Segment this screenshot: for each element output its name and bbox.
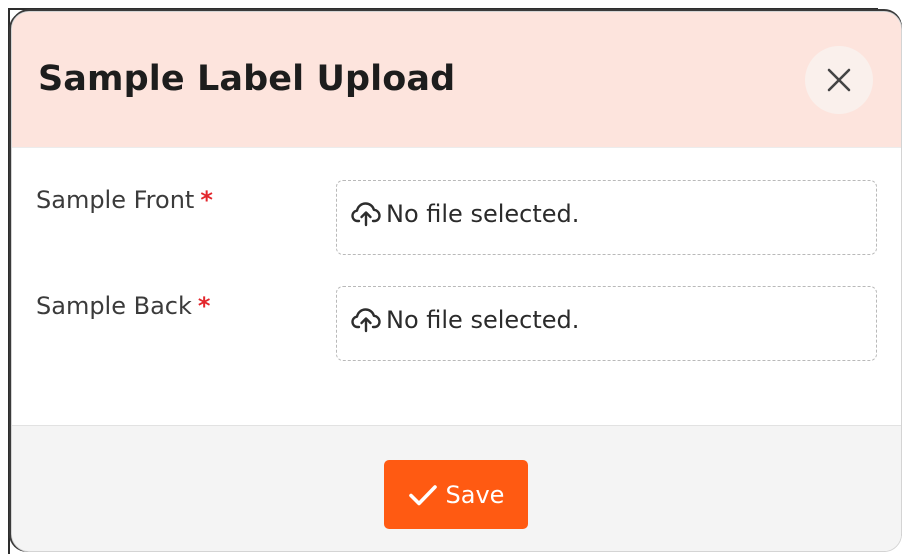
field-label-text: Sample Front <box>36 186 195 214</box>
cloud-upload-icon <box>351 202 381 227</box>
required-marker: * <box>197 292 211 320</box>
dropzone-content: No file selected. <box>351 199 579 229</box>
modal-title: Sample Label Upload <box>38 59 456 99</box>
field-label-text: Sample Back <box>36 292 192 320</box>
save-button[interactable]: Save <box>384 460 528 529</box>
field-row-sample-front: Sample Front * No file selected. <box>12 148 901 255</box>
modal-header: Sample Label Upload <box>12 12 901 148</box>
field-row-sample-back: Sample Back * No file selected. <box>12 254 901 361</box>
save-button-label: Save <box>445 480 505 509</box>
sample-front-file-input[interactable]: No file selected. <box>336 180 877 255</box>
modal-footer: Save <box>12 425 901 551</box>
window-edge-left <box>8 10 10 554</box>
close-icon <box>827 68 851 92</box>
close-button[interactable] <box>805 46 873 114</box>
upload-modal: Sample Label Upload Sample Front * No fil… <box>11 11 902 552</box>
cloud-upload-icon <box>351 308 381 333</box>
field-label-sample-back: Sample Back * <box>36 291 210 321</box>
window-edge-top <box>8 8 878 10</box>
file-status-text: No file selected. <box>386 200 580 228</box>
dropzone-content: No file selected. <box>351 305 579 335</box>
modal-body: Sample Front * No file selected. Sample B… <box>12 148 901 425</box>
sample-back-file-input[interactable]: No file selected. <box>336 286 877 361</box>
checkmark-icon <box>408 483 438 507</box>
field-label-sample-front: Sample Front * <box>36 185 213 215</box>
file-status-text: No file selected. <box>386 306 580 334</box>
required-marker: * <box>200 186 213 214</box>
